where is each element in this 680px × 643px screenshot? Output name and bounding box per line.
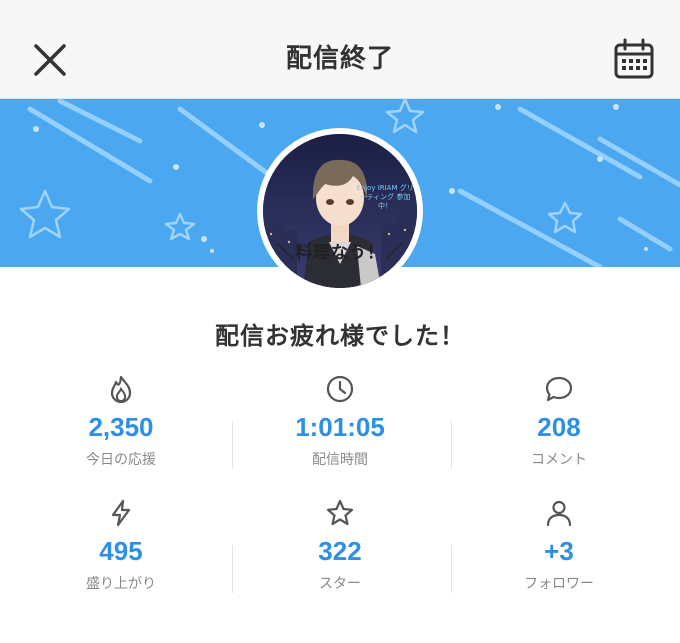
stat-label: 配信時間: [312, 452, 368, 468]
avatar-image: Enjoy IRIAM グリーティング 参加中！ ＼料理なう！／: [263, 134, 417, 288]
stat-value: 208: [537, 412, 581, 442]
stat-value: 495: [99, 536, 143, 566]
avatar-illustration: [263, 134, 417, 288]
stat-duration: 1:01:05 配信時間: [227, 374, 453, 469]
comment-icon: [545, 376, 573, 402]
calendar-icon[interactable]: [612, 37, 656, 81]
stat-value: 322: [318, 536, 362, 566]
stat-label: フォロワー: [524, 576, 594, 592]
star-icon: [326, 499, 354, 526]
stat-support: 2,350 今日の応援: [8, 374, 234, 469]
page-title: 配信終了: [285, 44, 394, 74]
stat-stars: 322 スター: [227, 498, 453, 593]
flame-icon: [110, 375, 132, 404]
stat-comments: 208 コメント: [446, 374, 672, 469]
header-bar: 配信終了: [0, 0, 680, 99]
stat-value: +3: [544, 536, 574, 566]
stat-label: コメント: [531, 452, 587, 468]
stream-finished-message: 配信お疲れ様でした！: [215, 322, 465, 350]
streamer-avatar[interactable]: Enjoy IRIAM グリーティング 参加中！ ＼料理なう！／: [257, 128, 423, 294]
stat-followers: +3 フォロワー: [446, 498, 672, 593]
avatar-event-tag: Enjoy IRIAM グリーティング 参加中！: [356, 184, 414, 210]
stat-label: 今日の応援: [86, 452, 156, 468]
stat-value: 2,350: [88, 412, 154, 442]
stat-excitement: 495 盛り上がり: [8, 498, 234, 593]
lightning-icon: [111, 499, 131, 527]
person-icon: [546, 500, 572, 527]
stat-label: 盛り上がり: [86, 576, 156, 592]
stat-label: スター: [319, 576, 361, 592]
avatar-caption: ＼料理なう！／: [277, 243, 403, 263]
stat-value: 1:01:05: [295, 412, 385, 442]
clock-icon: [326, 375, 354, 403]
